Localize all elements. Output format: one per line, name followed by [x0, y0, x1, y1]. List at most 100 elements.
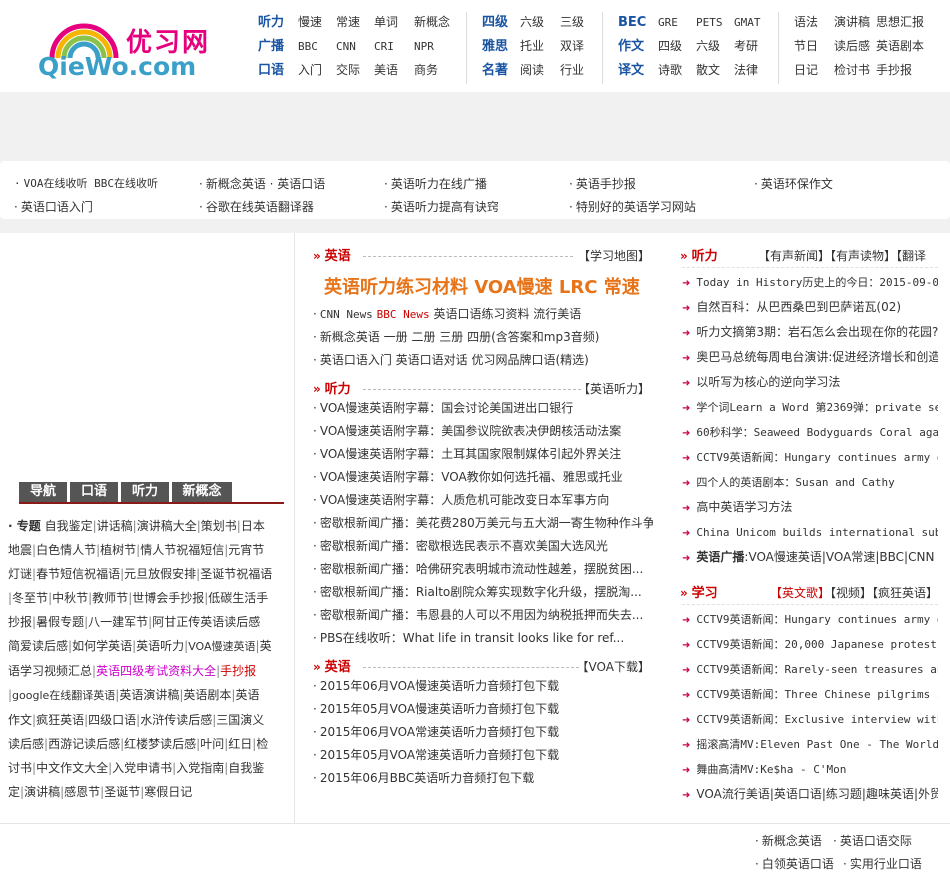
nav-item[interactable]: 读后感 — [834, 34, 876, 58]
list-link[interactable]: 英语口语入门 英语口语对话 优习网品牌口语(精选) — [320, 353, 589, 367]
nav-item[interactable]: 行业 — [560, 58, 584, 82]
tag-link[interactable]: 检 — [256, 737, 268, 751]
list-link[interactable]: 新概念英语 一册 二册 三册 四册(含答案和mp3音频) — [320, 330, 600, 344]
tag-link[interactable]: 简爱读后感 — [8, 639, 68, 653]
tag-link[interactable]: 叶问 — [200, 737, 224, 751]
tag-link[interactable]: 元旦放假安排 — [124, 567, 196, 581]
nav-head[interactable]: 作文 — [618, 35, 658, 59]
nav-item[interactable]: 诗歌 — [658, 58, 696, 82]
quick-link[interactable]: 英语听力提高有诀窍 — [384, 198, 499, 215]
quick-link[interactable]: 新概念英语 · 英语口语 — [199, 175, 325, 192]
tag-link[interactable]: 英语听力 — [136, 639, 184, 653]
list-link[interactable]: 四个人的英语剧本：Susan and Cathy — [696, 476, 894, 489]
tag-link[interactable]: 讲话稿 — [97, 519, 133, 533]
tag-link[interactable]: 八一建军节 — [88, 615, 148, 629]
tag-link[interactable]: VOA慢速英语 — [188, 640, 255, 653]
list-link[interactable]: 60秒科学：Seaweed Bodyguards Coral against — [696, 426, 938, 439]
section-more-link[interactable]: 【学习地图】 — [578, 246, 650, 266]
list-link[interactable]: CCTV9英语新闻：20,000 Japanese protest o — [696, 638, 938, 651]
nav-item[interactable]: 六级 — [696, 34, 734, 58]
nav-item[interactable]: 美语 — [374, 58, 414, 82]
nav-item[interactable]: 手抄报 — [876, 58, 912, 82]
nav-item[interactable]: BBC — [298, 35, 336, 59]
tag-link[interactable]: 英语 — [235, 688, 259, 702]
nav-item[interactable]: CRI — [374, 35, 414, 59]
tag-link[interactable]: 如何学英语 — [72, 639, 132, 653]
tag-link[interactable]: 演讲稿 — [24, 785, 60, 799]
section-title[interactable]: 英语 — [325, 249, 351, 264]
list-link[interactable]: 舞曲高清MV:Ke$ha - C'Mon — [696, 763, 846, 776]
tag-link[interactable]: 植树节 — [100, 543, 136, 557]
list-link[interactable]: CCTV9英语新闻：Three Chinese pilgrims in — [696, 688, 938, 701]
nav-item[interactable]: 双译 — [560, 34, 584, 58]
tag-link[interactable]: 情人节祝福短信 — [140, 543, 224, 557]
list-link[interactable]: CCTV9英语新闻：Hungary continues army dep — [696, 613, 938, 626]
tag-link[interactable]: 定 — [8, 785, 20, 799]
nav-item[interactable]: 语法 — [794, 10, 834, 34]
list-link[interactable]: 奥巴马总统每周电台演讲:促进经济增长和创造 — [696, 350, 938, 364]
list-item[interactable]: 2015年06月VOA慢速英语听力音频打包下载 — [313, 675, 653, 698]
tag-link[interactable]: 日本 — [241, 519, 265, 533]
list-link[interactable]: 高中英语学习方法 — [696, 500, 792, 514]
nav-item[interactable]: 四级 — [658, 34, 696, 58]
tag-link[interactable]: 讨书 — [8, 761, 32, 775]
tag-link[interactable]: 四级口语 — [88, 713, 136, 727]
tag-link[interactable]: 地震 — [8, 543, 32, 557]
tag-link[interactable]: 入党申请书 — [112, 761, 172, 775]
tag-link[interactable]: 春节短信祝福语 — [36, 567, 120, 581]
list-item[interactable]: 密歇根新闻广播：韦恩县的人可以不用因为纳税抵押而失去... — [313, 604, 653, 627]
list-item[interactable]: PBS在线收听：What life in transit looks like … — [313, 627, 653, 650]
quick-link[interactable]: 特别好的英语学习网站 — [569, 198, 696, 215]
list-link[interactable]: Today in History历史上的今日：2015-09-08 — [696, 276, 938, 289]
nav-head[interactable]: 四级 — [482, 11, 520, 35]
list-item[interactable]: 2015年05月VOA慢速英语听力音频打包下载 — [313, 698, 653, 721]
nav-item[interactable]: 三级 — [560, 10, 584, 34]
nav-item[interactable]: 六级 — [520, 10, 560, 34]
list-link[interactable]: BBC News — [377, 308, 430, 321]
nav-item[interactable]: CNN — [336, 35, 374, 59]
tag-link-highlight[interactable]: 英语四级考试资料大全 — [96, 664, 216, 678]
section-title[interactable]: 学习 — [692, 586, 718, 601]
tag-link[interactable]: 西游记读后感 — [48, 737, 120, 751]
tab-speaking[interactable]: 口语 — [70, 482, 118, 502]
list-link[interactable]: 以听写为核心的逆向学习法 — [696, 375, 840, 389]
section-title[interactable]: 英语 — [325, 660, 351, 675]
site-logo[interactable]: 优习网 QieWo.com — [38, 12, 228, 81]
nav-head[interactable]: 译文 — [618, 59, 658, 83]
tag-link[interactable]: 灯谜 — [8, 567, 32, 581]
quick-link[interactable]: VOA在线收听 BBC在线收听 — [14, 175, 158, 191]
nav-item[interactable]: 慢速 — [298, 10, 336, 34]
list-item[interactable]: 2015年06月BBC英语听力音频打包下载 — [313, 767, 653, 790]
list-link[interactable]: CCTV9英语新闻：Hungary continues army de — [696, 451, 938, 464]
list-link[interactable]: VOA流行美语|英语口语|练习题|趣味英语|外贸 — [696, 787, 938, 801]
video-link[interactable]: 【视频】【疯狂英语】 — [830, 586, 938, 600]
tag-link[interactable]: 抄报 — [8, 615, 32, 629]
tag-link[interactable]: 阿甘正传英语读后感 — [152, 615, 260, 629]
tag-link[interactable]: google在线翻译英语 — [12, 689, 115, 702]
nav-head[interactable]: 听力 — [258, 11, 298, 35]
tag-link-highlight[interactable]: 手抄报 — [220, 664, 256, 678]
tab-listening[interactable]: 听力 — [121, 482, 169, 502]
nav-item[interactable]: NPR — [414, 35, 434, 59]
nav-item[interactable]: 演讲稿 — [834, 10, 876, 34]
list-item[interactable]: 2015年05月VOA常速英语听力音频打包下载 — [313, 744, 653, 767]
tag-link[interactable]: 语学习视频汇总 — [8, 664, 92, 678]
list-link[interactable]: 听力文摘第3期：岩石怎么会出现在你的花园? — [696, 325, 938, 339]
tab-new-concept[interactable]: 新概念 — [172, 482, 232, 502]
tag-link[interactable]: 元宵节 — [228, 543, 264, 557]
list-link[interactable]: 摇滚高清MV:Eleven Past One - The World I — [696, 738, 938, 751]
quick-link[interactable]: 英语环保作文 — [754, 175, 833, 192]
nav-head[interactable]: BEC — [618, 11, 658, 35]
tag-link[interactable]: 入党指南 — [176, 761, 224, 775]
nav-head[interactable]: 名著 — [482, 59, 520, 83]
nav-item[interactable]: 法律 — [734, 58, 758, 82]
tag-link[interactable]: 红日 — [228, 737, 252, 751]
tag-link[interactable]: 演讲稿大全 — [137, 519, 197, 533]
nav-item[interactable]: 思想汇报 — [876, 10, 924, 34]
tag-link[interactable]: 策划书 — [201, 519, 237, 533]
list-link[interactable]: 自然百科：从巴西桑巴到巴萨诺瓦(02) — [696, 300, 901, 314]
list-item[interactable]: 密歇根新闻广播：密歇根选民表示不喜欢美国大选风光 — [313, 535, 653, 558]
nav-item[interactable]: 新概念 — [414, 10, 450, 34]
tag-link[interactable]: 疯狂英语 — [36, 713, 84, 727]
nav-item[interactable]: 常速 — [336, 10, 374, 34]
